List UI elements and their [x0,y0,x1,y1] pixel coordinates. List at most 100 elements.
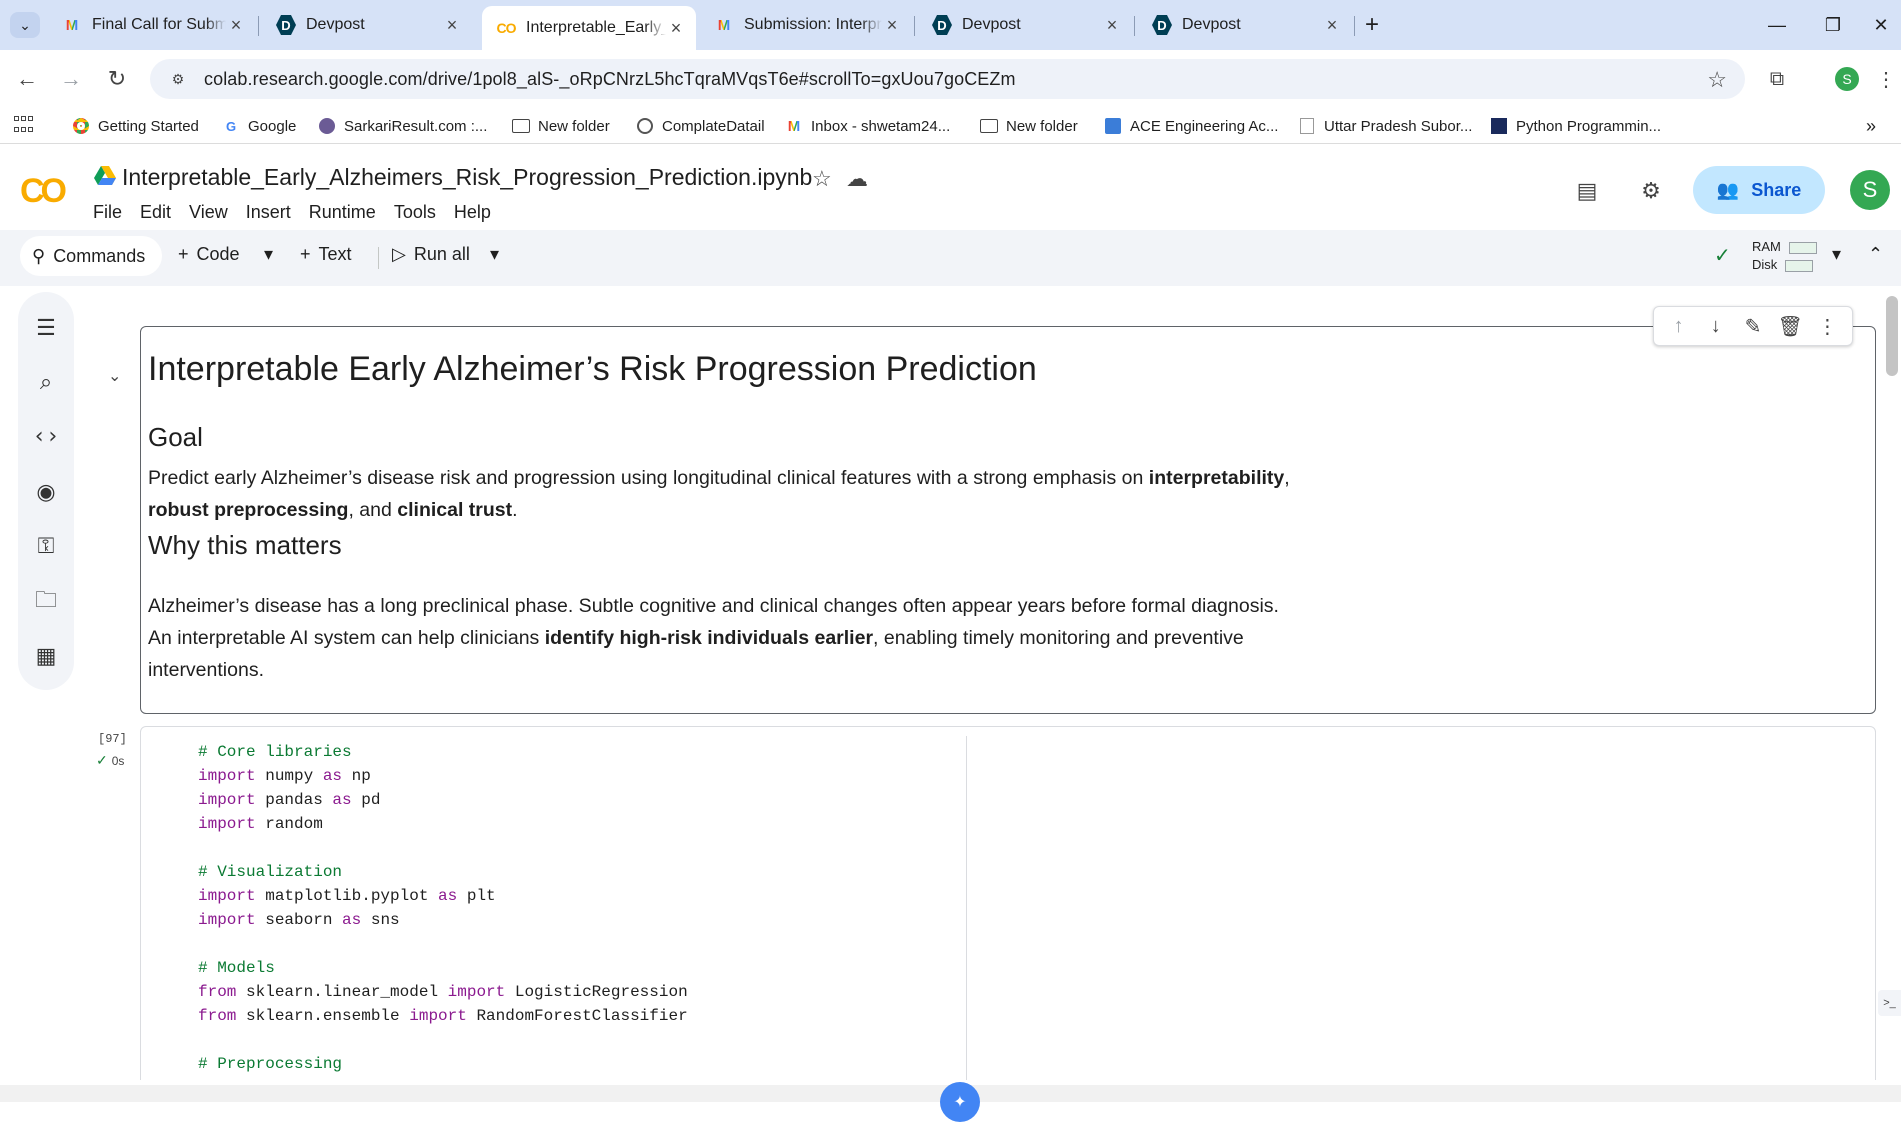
find-replace-icon[interactable]: ⌕ [30,366,62,398]
add-code-button[interactable]: + Code [178,244,240,265]
code-line[interactable]: from sklearn.ensemble import RandomFores… [198,1004,688,1028]
forward-icon[interactable]: → [56,64,86,94]
code-line[interactable] [198,1028,688,1052]
secrets-key-icon[interactable]: ⚿ [30,530,62,562]
resource-monitor[interactable]: RAM Disk [1752,238,1817,274]
close-icon[interactable]: × [226,15,246,35]
bookmark-new-folder-2[interactable]: New folder [980,114,1078,138]
close-icon[interactable]: × [442,15,462,35]
url-text[interactable]: colab.research.google.com/drive/1pol8_al… [204,69,1016,90]
star-icon[interactable]: ☆ [812,166,832,192]
reload-icon[interactable]: ↻ [102,64,132,94]
site-info-icon[interactable]: ⚙ [164,65,192,93]
code-line[interactable] [198,932,688,956]
bookmark-python[interactable]: Python Programmin... [1490,114,1661,138]
colab-logo[interactable]: CO [20,172,67,211]
close-icon[interactable]: × [666,18,686,38]
bookmark-new-folder-1[interactable]: New folder [512,114,610,138]
menu-view[interactable]: View [189,202,238,223]
drive-icon[interactable] [94,166,116,186]
menu-file[interactable]: File [93,202,132,223]
google-icon: G [225,118,237,134]
move-up-icon[interactable]: ↑ [1665,315,1693,338]
window-close-icon[interactable]: ✕ [1866,12,1896,38]
variables-eye-icon[interactable]: ◉ [30,476,62,508]
browser-tab-1[interactable]: M Final Call for Submissions!! × [48,6,256,44]
goal-bold-clinical-trust: clinical trust [397,499,513,521]
code-line[interactable]: # Visualization [198,860,688,884]
back-icon[interactable]: ← [12,64,42,94]
code-line[interactable]: from sklearn.linear_model import Logisti… [198,980,688,1004]
browser-tab-3-active[interactable]: CO Interpretable_Early_Alzheimers × [482,6,696,50]
cloud-saved-icon[interactable]: ☁ [846,166,868,192]
tab-search-button[interactable]: ⌄ [10,12,40,38]
more-options-icon[interactable]: ⋮ [1813,314,1841,339]
address-bar[interactable]: ⚙ colab.research.google.com/drive/1pol8_… [150,59,1745,99]
code-line[interactable]: import matplotlib.pyplot as plt [198,884,688,908]
bookmark-star-icon[interactable]: ☆ [1707,67,1727,93]
code-snippets-icon[interactable]: ‹› [30,420,62,452]
gemini-fab-icon[interactable]: ✦ [940,1082,980,1122]
code-line[interactable]: import random [198,812,688,836]
vertical-scrollbar[interactable] [1886,296,1898,376]
more-bookmarks-icon[interactable]: » [1866,114,1876,138]
disk-bar [1785,259,1814,272]
bookmark-complatedatail[interactable]: ComplateDatail [636,114,765,138]
menu-help[interactable]: Help [454,202,501,223]
bookmark-uttar-pradesh[interactable]: Uttar Pradesh Subor... [1298,114,1472,138]
menu-insert[interactable]: Insert [246,202,301,223]
close-icon[interactable]: × [1102,15,1122,35]
new-tab-button[interactable]: + [1359,11,1385,38]
code-line[interactable]: import seaborn as sns [198,908,688,932]
comments-icon[interactable]: ▤ [1572,176,1602,206]
code-line[interactable]: # Models [198,956,688,980]
files-folder-icon[interactable]: 🗀 [30,586,62,618]
commands-button[interactable]: ⚲ Commands [20,236,162,276]
settings-gear-icon[interactable]: ⚙ [1636,176,1666,206]
code-line[interactable]: # Preprocessing [198,1052,688,1076]
notebook-title[interactable]: Interpretable_Early_Alzheimers_Risk_Prog… [122,164,812,191]
code-line[interactable]: import pandas as pd [198,788,688,812]
menu-runtime[interactable]: Runtime [309,202,386,223]
collapse-header-icon[interactable]: ⌃ [1868,244,1883,265]
menu-tools[interactable]: Tools [394,202,446,223]
add-text-button[interactable]: + Text [300,244,352,265]
apps-grid-icon[interactable] [14,116,34,136]
move-down-icon[interactable]: ↓ [1702,315,1730,338]
code-token: LogisticRegression [505,983,688,1001]
close-icon[interactable]: × [1322,15,1342,35]
collapse-section-icon[interactable]: ⌄ [108,366,121,386]
table-of-contents-icon[interactable]: ☰ [30,312,62,344]
account-avatar[interactable]: S [1850,170,1890,210]
share-button[interactable]: 👥 Share [1693,166,1825,214]
code-editor[interactable]: # Core libraries import numpy as np import… [198,740,688,1076]
extensions-icon[interactable]: ⧉ [1762,64,1792,94]
runtime-dropdown-icon[interactable]: ▾ [1832,244,1841,265]
minimize-icon[interactable]: — [1762,12,1792,38]
browser-menu-icon[interactable]: ⋮ [1876,64,1896,94]
code-line[interactable]: import numpy as np [198,764,688,788]
bookmark-getting-started[interactable]: Getting Started [72,114,199,138]
restore-icon[interactable]: ❐ [1818,12,1848,38]
code-line[interactable] [198,836,688,860]
code-line[interactable]: # Core libraries [198,740,688,764]
browser-tab-2[interactable]: D Devpost × [262,6,472,44]
bookmark-google[interactable]: G Google [222,114,296,138]
delete-trash-icon[interactable]: 🗑 [1776,314,1804,339]
terminal-toggle-icon[interactable]: >_ [1878,990,1901,1016]
code-dropdown-icon[interactable]: ▾ [264,244,273,265]
close-icon[interactable]: × [882,15,902,35]
profile-avatar[interactable]: S [1832,64,1862,94]
run-all-dropdown-icon[interactable]: ▾ [490,244,499,265]
run-all-button[interactable]: ▷ Run all [392,244,470,265]
bookmark-label: Uttar Pradesh Subor... [1324,117,1473,135]
browser-tab-5[interactable]: D Devpost × [918,6,1132,44]
bookmark-inbox[interactable]: M Inbox - shwetam24... [785,114,950,138]
bookmark-ace-engineering[interactable]: ACE Engineering Ac... [1104,114,1278,138]
edit-pencil-icon[interactable]: ✎ [1739,314,1767,339]
browser-tab-6[interactable]: D Devpost × [1138,6,1352,44]
bookmark-sarkari[interactable]: SarkariResult.com :... [318,114,487,138]
browser-tab-4[interactable]: M Submission: Interpretable Alzheimers × [700,6,912,44]
menu-edit[interactable]: Edit [140,202,181,223]
data-table-icon[interactable]: ▦ [30,640,62,672]
